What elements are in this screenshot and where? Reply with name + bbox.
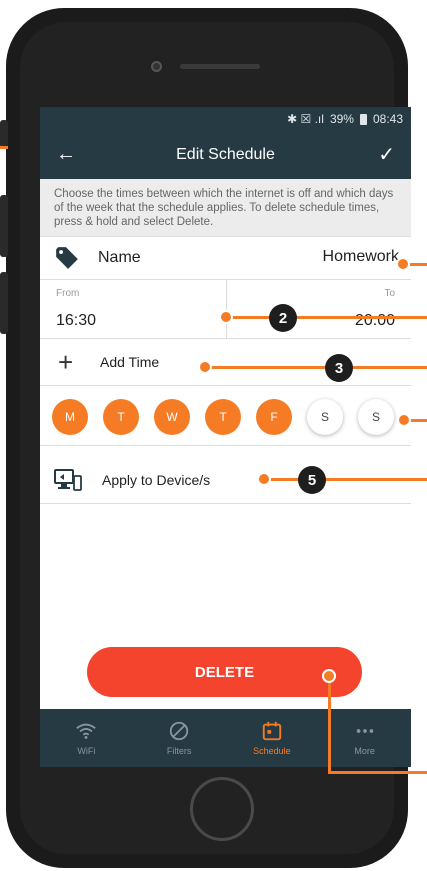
name-row[interactable]: Name Homework xyxy=(40,237,411,280)
callout-dot-3 xyxy=(198,360,212,374)
plus-icon: + xyxy=(58,346,74,377)
day-toggle-saturday[interactable]: S xyxy=(307,399,343,435)
from-time-cell[interactable]: From 16:30 xyxy=(40,280,227,338)
callout-line-delete-horizontal xyxy=(328,771,427,774)
battery-level: 39% xyxy=(329,112,354,126)
page-title: Edit Schedule xyxy=(176,146,275,163)
battery-icon xyxy=(359,113,367,125)
wifi-icon xyxy=(76,723,97,739)
tab-more[interactable]: More xyxy=(318,709,411,767)
tab-schedule-label: Schedule xyxy=(253,746,291,756)
add-time-button[interactable]: + Add Time xyxy=(40,339,411,386)
day-toggle-tuesday[interactable]: T xyxy=(103,399,139,435)
callout-line-2 xyxy=(226,316,427,319)
to-time-value: 20:00 xyxy=(354,312,395,329)
checkmark-icon[interactable]: ✓ xyxy=(378,142,395,167)
tab-filters-label: Filters xyxy=(166,746,192,756)
tab-wifi[interactable]: WiFi xyxy=(40,709,133,767)
callout-line-1 xyxy=(0,146,8,149)
more-dots-icon xyxy=(356,729,373,733)
day-toggle-sunday[interactable]: S xyxy=(358,399,394,435)
callout-marker-5: 5 xyxy=(298,466,326,494)
name-value[interactable]: Homework xyxy=(323,248,399,266)
callout-line-delete-vertical xyxy=(328,676,331,774)
phone-side-button xyxy=(0,120,8,148)
day-toggle-friday[interactable]: F xyxy=(256,399,292,435)
app-screen: ✱ ☒ .ıl 39% 08:43 ← Edit Schedule ✓ Choo… xyxy=(40,107,411,767)
top-app-bar: ← Edit Schedule ✓ xyxy=(40,131,411,179)
status-icons: ✱ ☒ .ıl xyxy=(287,112,324,126)
apply-to-devices-label: Apply to Device/s xyxy=(102,472,211,488)
callout-dot-delete xyxy=(322,669,336,683)
callout-line-5 xyxy=(264,478,427,481)
tag-icon xyxy=(56,247,78,269)
callout-dot-2 xyxy=(219,310,233,324)
tab-wifi-label: WiFi xyxy=(77,746,96,756)
back-arrow-icon[interactable]: ← xyxy=(56,143,76,166)
phone-volume-up xyxy=(0,195,8,257)
callout-dot-days xyxy=(397,413,411,427)
callout-marker-3: 3 xyxy=(325,354,353,382)
delete-button[interactable]: DELETE xyxy=(87,647,362,697)
calendar-icon xyxy=(262,721,282,741)
phone-volume-down xyxy=(0,272,8,334)
day-toggle-thursday[interactable]: T xyxy=(205,399,241,435)
monitor-devices-icon xyxy=(54,469,82,491)
from-time-value: 16:30 xyxy=(56,312,97,329)
tab-more-label: More xyxy=(354,746,375,756)
callout-dot-5 xyxy=(257,472,271,486)
name-label: Name xyxy=(98,249,141,266)
to-label: To xyxy=(384,288,395,299)
earpiece-speaker xyxy=(180,64,260,69)
block-icon xyxy=(169,721,189,741)
callout-dot-name xyxy=(396,257,410,271)
day-toggle-wednesday[interactable]: W xyxy=(154,399,190,435)
day-toggle-monday[interactable]: M xyxy=(52,399,88,435)
front-camera xyxy=(151,61,162,72)
info-text: Choose the times between which the inter… xyxy=(40,179,411,237)
status-time: 08:43 xyxy=(372,112,403,126)
tab-schedule[interactable]: Schedule xyxy=(226,709,319,767)
phone-home-button xyxy=(190,777,254,841)
from-label: From xyxy=(56,288,80,299)
tab-filters[interactable]: Filters xyxy=(133,709,226,767)
to-time-cell[interactable]: To 20:00 xyxy=(227,280,411,338)
bottom-tab-bar: WiFi Filters Schedule More xyxy=(40,709,411,767)
days-of-week-selector: M T W T F S S xyxy=(40,389,411,446)
callout-line-3 xyxy=(205,366,427,369)
add-time-label: Add Time xyxy=(100,354,160,370)
status-bar: ✱ ☒ .ıl 39% 08:43 xyxy=(40,107,411,131)
callout-marker-2: 2 xyxy=(269,304,297,332)
